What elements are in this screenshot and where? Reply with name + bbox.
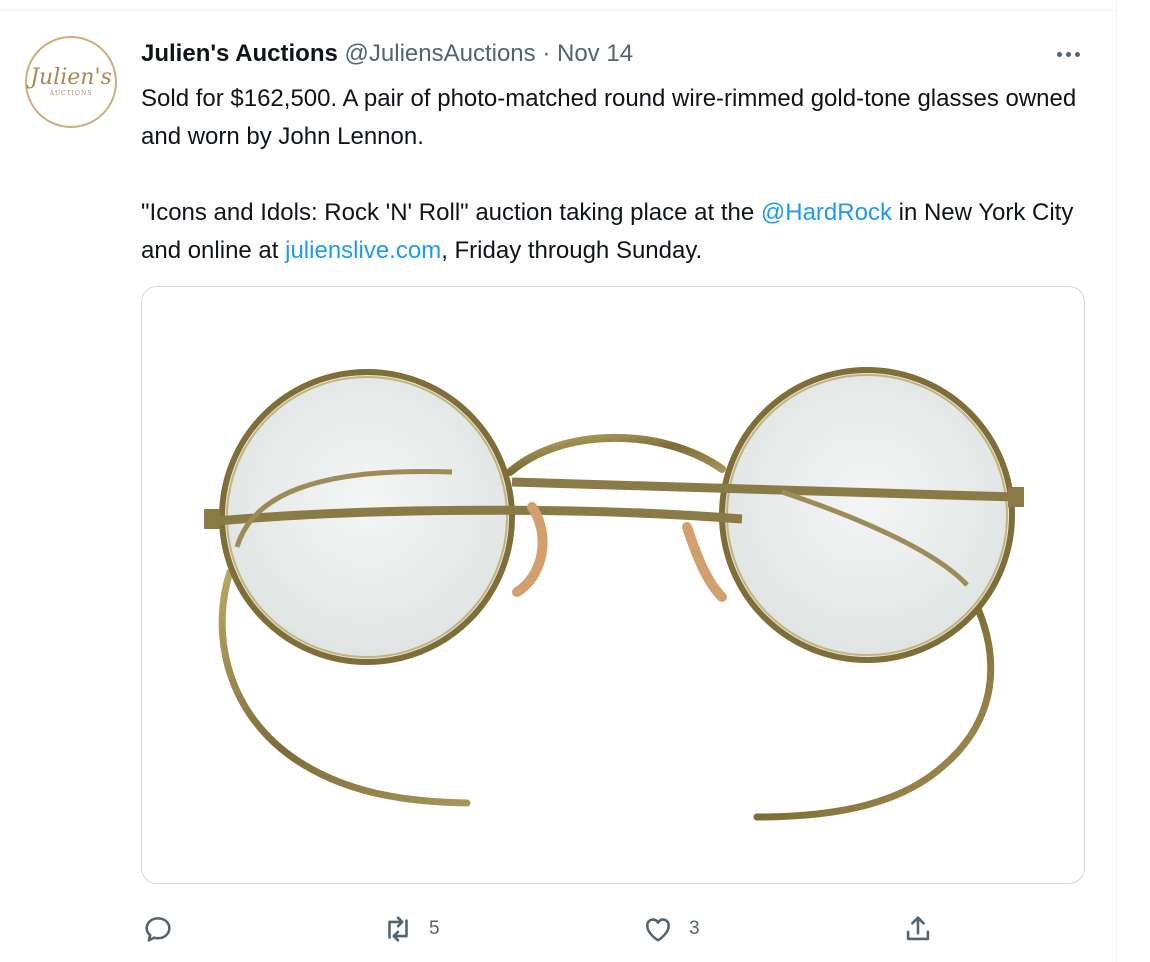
retweet-count: 5 (429, 918, 440, 939)
tweet-actions: 5 3 (141, 905, 1101, 953)
tweet-date[interactable]: Nov 14 (557, 40, 633, 67)
tweet-text: Sold for $162,500. A pair of photo-match… (141, 80, 1101, 270)
retweet-icon (388, 916, 408, 942)
url-link[interactable]: julienslive.com (285, 237, 441, 264)
bridge (506, 433, 726, 476)
glasses-photo (204, 367, 1024, 821)
tweet-text-part: "Icons and Idols: Rock 'N' Roll" auction… (141, 199, 761, 226)
tweet-text-part: , Friday through Sunday. (441, 237, 703, 264)
share-icon (906, 916, 930, 941)
tweet-media-photo[interactable] (141, 286, 1085, 884)
retweet-button[interactable]: 5 (381, 905, 440, 953)
avatar-logo-subtext: AUCTIONS (49, 90, 93, 97)
avatar-logo-text: Julien's (30, 65, 112, 90)
header-separator: · (542, 40, 551, 67)
avatar[interactable]: Julien's AUCTIONS (25, 36, 117, 128)
top-divider (0, 10, 1116, 11)
like-button[interactable]: 3 (641, 905, 700, 953)
more-options-icon[interactable] (1057, 44, 1089, 64)
reply-button[interactable] (141, 905, 175, 953)
right-lens (719, 367, 1015, 663)
tweet-text-paragraph-1: Sold for $162,500. A pair of photo-match… (141, 85, 1077, 150)
author-handle[interactable]: @JuliensAuctions (345, 40, 536, 67)
heart-icon (646, 918, 670, 942)
mention-link[interactable]: @HardRock (761, 199, 892, 226)
share-button[interactable] (901, 905, 935, 953)
timeline-right-border (1116, 0, 1117, 962)
reply-icon (145, 917, 171, 942)
like-count: 3 (689, 918, 700, 939)
author-name[interactable]: Julien's Auctions (141, 40, 338, 67)
tweet-header: Julien's Auctions @JuliensAuctions · Nov… (141, 40, 633, 68)
tweet-text-paragraph-2: "Icons and Idols: Rock 'N' Roll" auction… (141, 194, 1101, 270)
